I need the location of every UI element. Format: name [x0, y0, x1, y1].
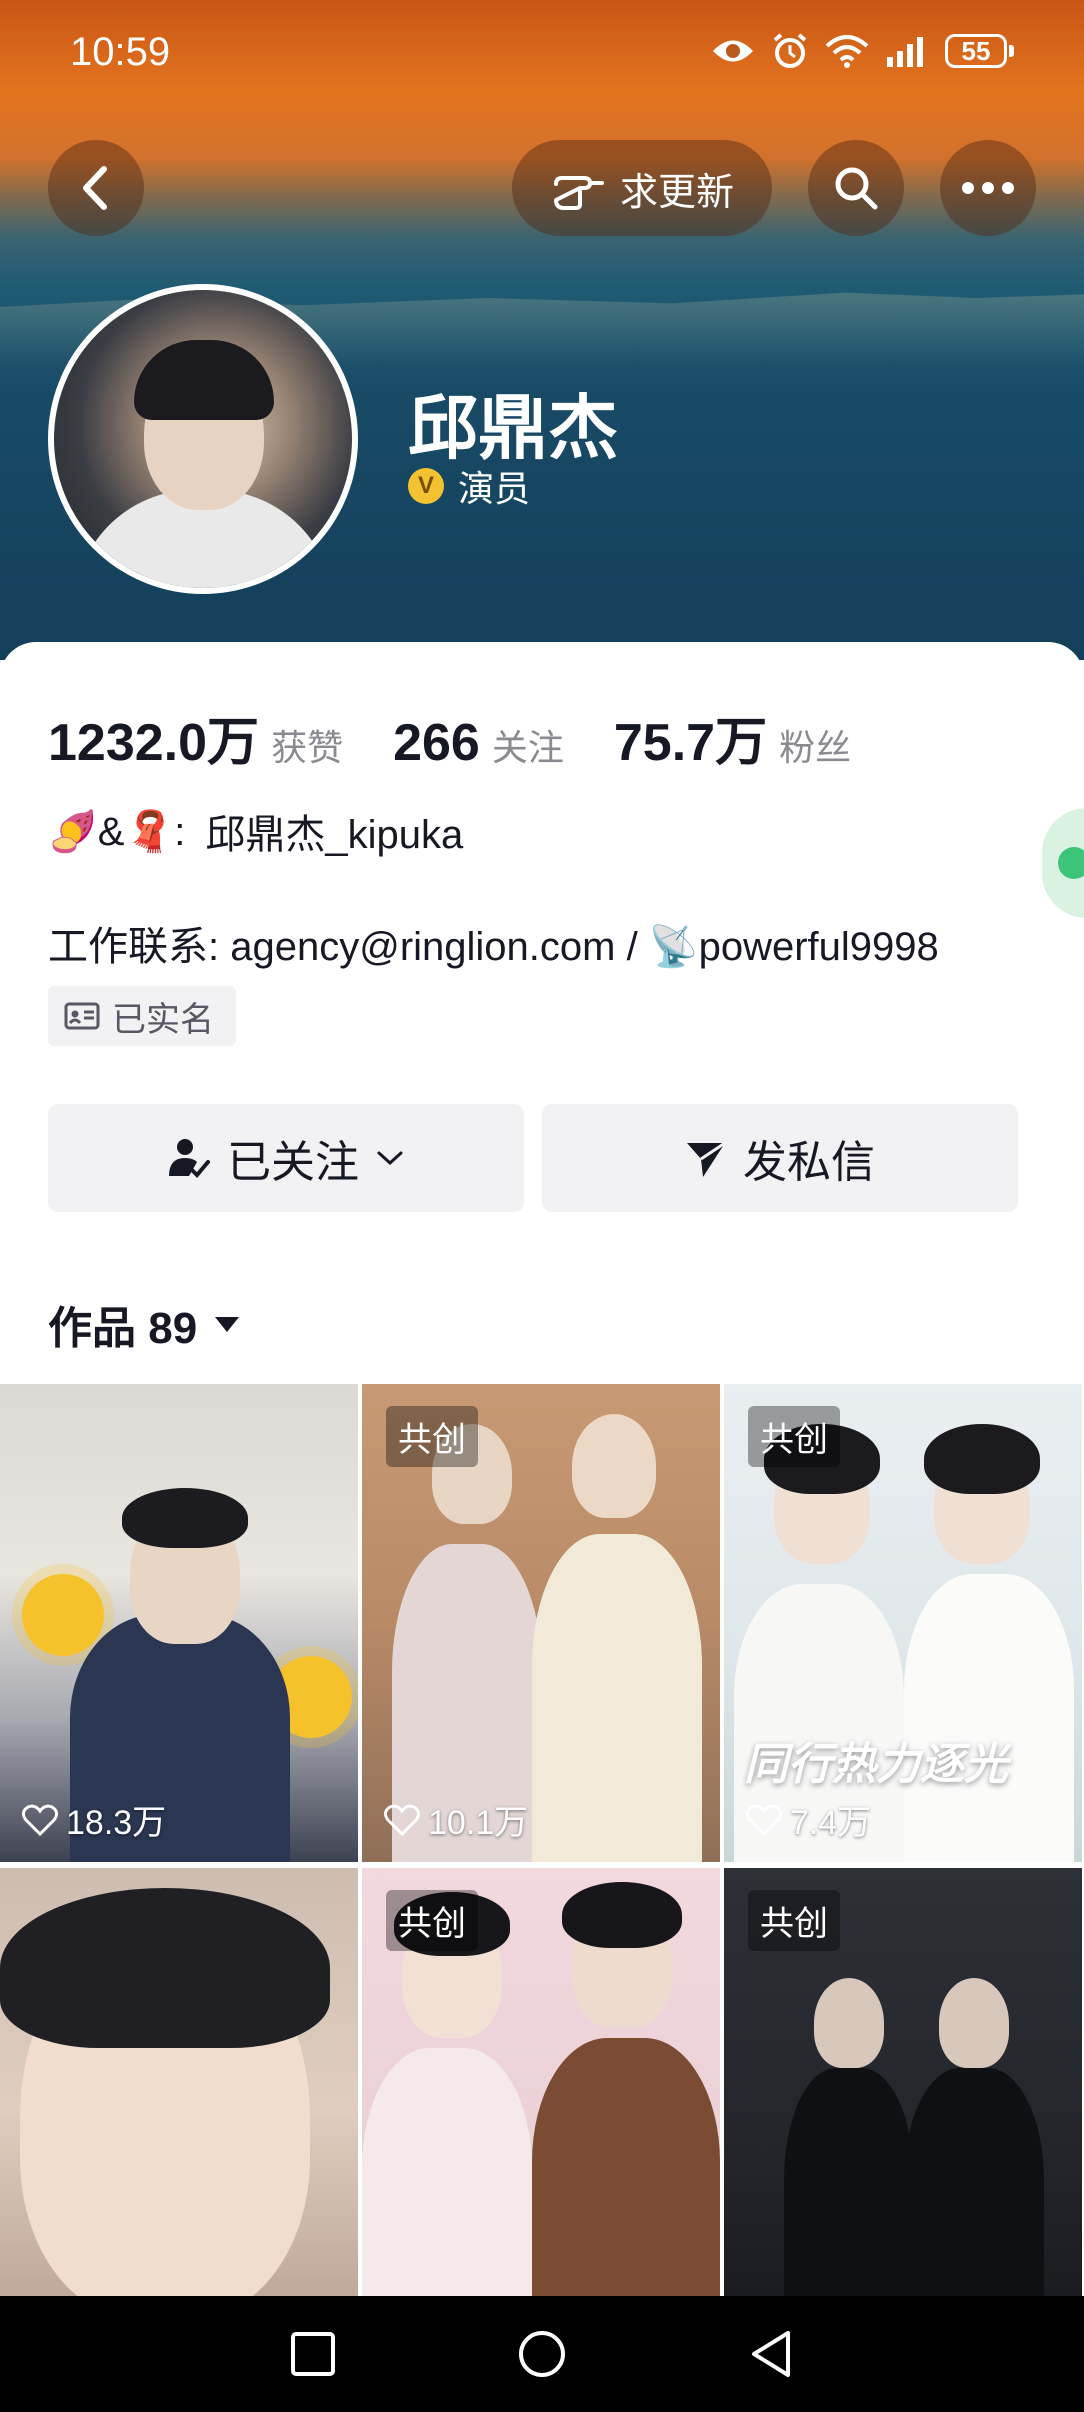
id-card-icon — [64, 1002, 100, 1030]
following-button-label: 已关注 — [227, 1138, 359, 1187]
thumbnail-overlay-text: 同行热力逐光 — [744, 1740, 1008, 1789]
likes-label: 获赞 — [271, 727, 344, 768]
back-nav-icon[interactable] — [748, 2329, 794, 2379]
send-icon — [687, 1141, 726, 1177]
real-name-verified-label: 已实名 — [112, 1000, 214, 1039]
bio-emoji: 🍠&🧣: — [48, 809, 186, 854]
signal-icon — [887, 37, 923, 67]
eye-icon — [713, 40, 753, 62]
video-thumbnail[interactable]: 18.3万 — [0, 1384, 358, 1862]
likes-count: 10.1万 — [384, 1795, 528, 1844]
video-thumbnail[interactable]: 共创 — [362, 1868, 720, 2346]
verified-title-row: V 演员 — [408, 460, 530, 512]
likes-value: 1232.0万 — [48, 714, 260, 772]
status-time: 10:59 — [70, 30, 171, 74]
video-thumbnail[interactable]: 共创 — [724, 1868, 1082, 2346]
fans-value: 75.7万 — [613, 714, 768, 772]
user-check-icon — [169, 1139, 210, 1178]
message-button-label: 发私信 — [743, 1138, 875, 1187]
more-button[interactable] — [940, 140, 1036, 236]
fans-label: 粉丝 — [779, 727, 852, 768]
chevron-down-icon — [377, 1151, 403, 1166]
pointing-hand-icon — [553, 176, 604, 210]
stats-row: 1232.0万 获赞 266 关注 75.7万 粉丝 — [48, 700, 901, 775]
following-value: 266 — [393, 714, 480, 772]
following-label: 关注 — [491, 727, 564, 768]
works-label-text: 作品 89 — [48, 1304, 198, 1353]
chevron-left-icon — [83, 166, 107, 210]
bio-line-1: 🍠&🧣: 邱鼎杰_kipuka — [48, 802, 463, 860]
real-name-verified-tag: 已实名 — [48, 986, 236, 1046]
collab-tag: 共创 — [748, 1406, 840, 1467]
caret-down-icon — [215, 1317, 240, 1332]
recent-apps-icon[interactable] — [290, 2331, 336, 2377]
request-update-button[interactable]: 求更新 — [512, 140, 772, 236]
fans-stat[interactable]: 75.7万 粉丝 — [614, 700, 851, 775]
back-button[interactable] — [48, 140, 144, 236]
profile-name: 邱鼎杰 — [408, 389, 618, 467]
bio-handle: 邱鼎杰_kipuka — [205, 813, 464, 857]
heart-icon — [384, 1804, 420, 1836]
avatar[interactable] — [48, 284, 358, 594]
sun-sticker-icon — [22, 1574, 104, 1656]
works-tab[interactable]: 作品 89 — [48, 1292, 241, 1356]
bio-line-2: 工作联系: agency@ringlion.com / 📡powerful999… — [48, 925, 939, 969]
video-thumbnail[interactable]: 共创 同行热力逐光 7.4万 — [724, 1384, 1082, 1862]
status-bar: 10:59 55 — [0, 0, 1084, 110]
collab-tag: 共创 — [748, 1890, 840, 1951]
following-button[interactable]: 已关注 — [48, 1104, 524, 1212]
search-icon — [835, 167, 878, 210]
home-icon[interactable] — [517, 2329, 567, 2379]
battery-indicator: 55 — [945, 34, 1014, 68]
verified-badge-icon: V — [408, 468, 444, 504]
heart-icon — [746, 1804, 782, 1836]
video-thumbnail[interactable] — [0, 1868, 358, 2346]
chat-bubble-icon — [1058, 847, 1084, 879]
wifi-icon — [825, 35, 869, 68]
profile-banner: 10:59 55 求更新 邱鼎杰 V 演员 — [0, 0, 1084, 660]
collab-tag: 共创 — [386, 1890, 478, 1951]
message-button[interactable]: 发私信 — [542, 1104, 1018, 1212]
alarm-icon — [773, 33, 807, 68]
following-stat[interactable]: 266 关注 — [393, 713, 564, 773]
search-button[interactable] — [808, 140, 904, 236]
collab-tag: 共创 — [386, 1406, 478, 1467]
likes-count: 7.4万 — [746, 1795, 871, 1844]
heart-icon — [22, 1804, 58, 1836]
profile-title: 演员 — [458, 468, 531, 509]
request-update-label: 求更新 — [619, 171, 734, 214]
system-nav-bar — [0, 2296, 1084, 2412]
battery-level: 55 — [945, 34, 1007, 68]
likes-count: 18.3万 — [22, 1795, 166, 1844]
more-icon — [962, 182, 1014, 194]
likes-stat: 1232.0万 获赞 — [48, 700, 343, 775]
video-thumbnail[interactable]: 共创 10.1万 — [362, 1384, 720, 1862]
status-icons: 55 — [711, 32, 1014, 70]
